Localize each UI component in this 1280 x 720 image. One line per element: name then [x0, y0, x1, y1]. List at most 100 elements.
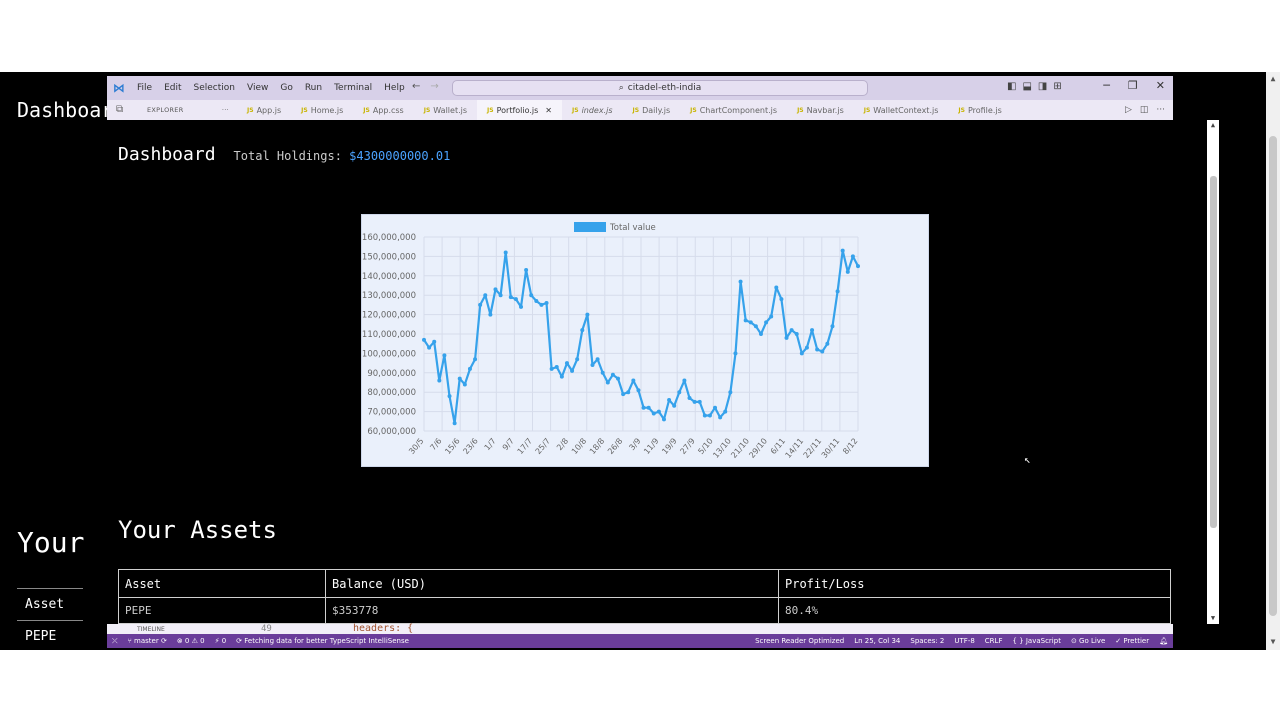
y-tick-label: 120,000,000	[362, 311, 416, 321]
cursor-position[interactable]: Ln 25, Col 34	[849, 637, 905, 645]
data-point	[840, 248, 845, 253]
data-point	[748, 320, 753, 325]
data-point	[600, 370, 605, 375]
tab-walletcontext-js[interactable]: JS WalletContext.js	[854, 100, 949, 120]
data-point	[534, 299, 539, 304]
more-actions-icon[interactable]: ···	[222, 106, 229, 114]
data-point	[616, 376, 621, 381]
legend-label: Total value	[609, 223, 656, 233]
indentation-status[interactable]: Spaces: 2	[905, 637, 949, 645]
vscode-titlebar: ⋈ File Edit Selection View Go Run Terminal Help…	[107, 76, 1173, 100]
data-point	[661, 417, 666, 422]
data-point	[626, 390, 631, 395]
data-point	[820, 349, 825, 354]
data-point	[723, 409, 728, 414]
menu-go[interactable]: Go	[274, 83, 298, 93]
line-number: 49	[261, 624, 272, 634]
tab-portfolio-js[interactable]: JS Portfolio.js ✕	[477, 100, 562, 120]
background-table-header: Asset	[17, 589, 83, 621]
data-point	[713, 405, 718, 410]
data-point	[682, 378, 687, 383]
tab-navbar-js[interactable]: JS Navbar.js	[787, 100, 854, 120]
toggle-secondary-sidebar-icon[interactable]: ◨	[1038, 81, 1047, 92]
tab-label: ChartComponent.js	[699, 105, 778, 115]
data-point	[738, 279, 743, 284]
encoding-status[interactable]: UTF-8	[949, 637, 979, 645]
prettier-status[interactable]: ✓ Prettier	[1110, 637, 1154, 645]
x-tick-label: 30/5	[407, 437, 425, 457]
ports-indicator[interactable]: ⚡ 0	[210, 637, 232, 645]
screen-reader-status[interactable]: Screen Reader Optimized	[750, 637, 849, 645]
data-point	[651, 411, 656, 416]
data-point	[508, 295, 513, 300]
close-icon[interactable]: ✕	[1156, 79, 1165, 92]
split-editor-icon[interactable]: ◫	[1140, 105, 1149, 115]
data-point	[544, 300, 549, 305]
run-icon[interactable]: ▷	[1125, 105, 1132, 115]
toggle-panel-icon[interactable]: ⬓	[1022, 81, 1031, 92]
minimize-icon[interactable]: ─	[1103, 79, 1110, 92]
branch-name: master	[134, 637, 159, 645]
toggle-sidebar-icon[interactable]: ◧	[1007, 81, 1016, 92]
remote-icon[interactable]: ⤫	[107, 637, 123, 646]
data-point	[422, 337, 426, 342]
menu-terminal[interactable]: Terminal	[328, 83, 378, 93]
explorer-files-icon[interactable]: ⧉	[116, 104, 123, 115]
preview-scroll-down-icon[interactable]: ▼	[1208, 614, 1218, 622]
page-scrollbar-thumb[interactable]	[1269, 136, 1277, 616]
data-point	[758, 332, 763, 336]
x-tick-label: 26/8	[606, 437, 624, 457]
table-header-row: Asset Balance (USD) Profit/Loss	[118, 569, 1171, 598]
menu-help[interactable]: Help	[378, 83, 411, 93]
data-point	[677, 390, 682, 395]
mouse-cursor-icon: ↖	[1024, 453, 1031, 466]
language-mode[interactable]: { } JavaScript	[1007, 637, 1065, 645]
total-holdings: Total Holdings: $4300000000.01	[234, 149, 451, 163]
menu-file[interactable]: File	[131, 83, 158, 93]
restore-icon[interactable]: ❐	[1128, 79, 1138, 92]
data-point	[585, 312, 590, 317]
more-icon[interactable]: ···	[1156, 105, 1165, 115]
tab-app-css[interactable]: JS App.css	[353, 100, 413, 120]
window-controls: ─ ❐ ✕	[1103, 79, 1165, 92]
code-line[interactable]: headers: {	[353, 623, 413, 634]
menu-view[interactable]: View	[241, 83, 274, 93]
menu-edit[interactable]: Edit	[158, 83, 187, 93]
data-point	[830, 324, 835, 329]
navigation-arrows: ← →	[412, 81, 439, 92]
vscode-window: ⋈ File Edit Selection View Go Run Terminal Help…	[107, 76, 1173, 120]
tab-wallet-js[interactable]: JS Wallet.js	[414, 100, 477, 120]
timeline-panel: TIMELINE 49 headers: {	[107, 623, 1173, 634]
timeline-label[interactable]: TIMELINE	[137, 626, 165, 633]
data-point	[856, 264, 860, 269]
branch-indicator[interactable]: ⑂ master ⟳	[123, 637, 172, 645]
menu-run[interactable]: Run	[299, 83, 328, 93]
notifications-icon[interactable]: 🔔︎	[1154, 637, 1173, 645]
tab-home-js[interactable]: JS Home.js	[291, 100, 353, 120]
scroll-up-arrow-icon[interactable]: ▲	[1268, 74, 1278, 83]
tab-profile-js[interactable]: JS Profile.js	[948, 100, 1011, 120]
command-center-search[interactable]: ⌕ citadel-eth-india	[452, 80, 868, 96]
problems-indicator[interactable]: ⊗ 0 ⚠ 0	[172, 637, 210, 645]
tab-index-js[interactable]: JS index.js	[562, 100, 623, 120]
x-tick-label: 9/7	[501, 437, 516, 453]
scroll-down-arrow-icon[interactable]: ▼	[1268, 637, 1278, 646]
menu-selection[interactable]: Selection	[188, 83, 241, 93]
data-point	[483, 293, 488, 298]
back-arrow-icon[interactable]: ←	[412, 81, 420, 92]
go-live-button[interactable]: ⊙ Go Live	[1066, 637, 1110, 645]
explorer-header[interactable]: EXPLORER ···	[107, 106, 237, 114]
customize-layout-icon[interactable]: ⊞	[1053, 81, 1061, 92]
tab-daily-js[interactable]: JS Daily.js	[623, 100, 681, 120]
tab-chartcomponent-js[interactable]: JS ChartComponent.js	[680, 100, 787, 120]
tab-app-js[interactable]: JS App.js	[237, 100, 291, 120]
preview-scroll-up-icon[interactable]: ▲	[1208, 121, 1218, 129]
eol-status[interactable]: CRLF	[980, 637, 1008, 645]
close-tab-icon[interactable]: ✕	[545, 106, 552, 115]
x-tick-label: 15/6	[443, 437, 461, 457]
forward-arrow-icon[interactable]: →	[430, 81, 438, 92]
page-scrollbar[interactable]: ▲ ▼	[1266, 72, 1280, 650]
preview-scrollbar-thumb[interactable]	[1210, 176, 1217, 528]
preview-scrollbar[interactable]: ▲ ▼	[1207, 120, 1219, 624]
editor-tabs: JS App.js JS Home.js JS App.css JS Wallet.js JS P…	[237, 100, 1012, 120]
